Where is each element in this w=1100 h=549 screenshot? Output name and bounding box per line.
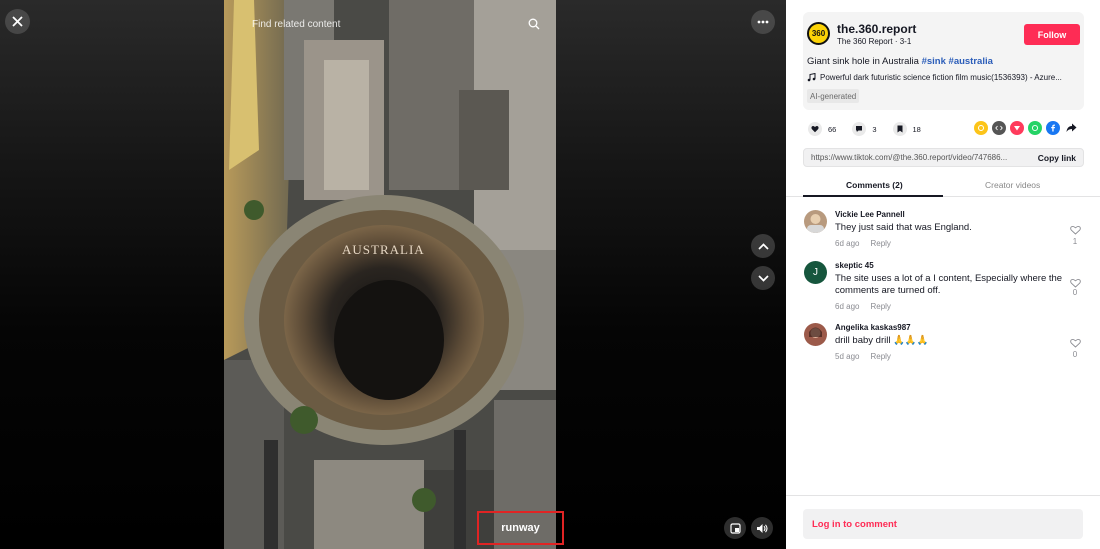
find-related-bar[interactable]: Find related content xyxy=(230,14,540,34)
heart-outline-icon xyxy=(1069,225,1081,235)
share-arrow-icon[interactable] xyxy=(1064,121,1078,135)
tiktok-coin-icon[interactable] xyxy=(974,121,988,135)
whatsapp-icon[interactable] xyxy=(1028,121,1042,135)
embed-icon[interactable] xyxy=(992,121,1006,135)
like-button[interactable] xyxy=(808,122,822,136)
next-video-button[interactable] xyxy=(751,266,775,290)
comment-author[interactable]: skeptic 45 xyxy=(835,261,874,270)
comment-like-count: 0 xyxy=(1072,350,1078,359)
ai-generated-badge: AI-generated xyxy=(807,89,860,103)
comment-text: drill baby drill 🙏🙏🙏 xyxy=(835,335,929,346)
more-icon xyxy=(757,20,769,24)
runway-watermark-highlight: runway xyxy=(477,511,564,545)
video-overlay-text: AUSTRALIA xyxy=(342,242,425,257)
avatar-letter: J xyxy=(813,267,818,278)
author-avatar[interactable]: 360 xyxy=(807,22,830,45)
close-icon xyxy=(12,16,23,27)
heart-icon xyxy=(811,126,819,133)
comment-meta: 5d ago Reply xyxy=(835,352,891,361)
avatar-text: 360 xyxy=(811,29,826,38)
previous-video-button[interactable] xyxy=(751,234,775,258)
comment-icon xyxy=(856,126,863,132)
author-subtitle: The 360 Report · 3-1 xyxy=(837,37,912,46)
link-copy-box: https://www.tiktok.com/@the.360.report/v… xyxy=(803,148,1084,167)
music-title: Powerful dark futuristic science fiction… xyxy=(820,73,1062,82)
music-note-icon xyxy=(807,73,816,82)
comment-like-count: 0 xyxy=(1072,288,1078,297)
comment-meta: 6d ago Reply xyxy=(835,239,891,248)
commenter-avatar[interactable] xyxy=(804,323,827,346)
details-panel: 360 the.360.report The 360 Report · 3-1 … xyxy=(786,0,1100,549)
facebook-icon[interactable] xyxy=(1046,121,1060,135)
hashtag-sink[interactable]: #sink xyxy=(922,56,946,67)
video-frame xyxy=(224,0,556,549)
video-player[interactable] xyxy=(224,0,556,549)
save-count: 18 xyxy=(912,124,921,134)
comment-meta: 6d ago Reply xyxy=(835,302,891,311)
panel-tabs: Comments (2) Creator videos xyxy=(786,176,1100,197)
comment-like-count: 1 xyxy=(1072,237,1078,246)
comment-button[interactable] xyxy=(852,122,867,136)
comment-text: The site uses a lot of a I content, Espe… xyxy=(835,273,1063,296)
runway-watermark: runway xyxy=(501,522,540,534)
comment-date: 6d ago xyxy=(835,239,860,248)
comment-text: They just said that was England. xyxy=(835,222,972,233)
comment-author[interactable]: Vickie Lee Pannell xyxy=(835,210,905,219)
chevron-up-icon xyxy=(757,242,769,250)
video-stage: Find related content AUSTRALIA runway xyxy=(0,0,786,549)
reply-button[interactable]: Reply xyxy=(870,302,890,311)
search-icon[interactable] xyxy=(528,18,540,30)
music-info[interactable]: Powerful dark futuristic science fiction… xyxy=(807,73,1077,82)
tab-comments[interactable]: Comments (2) xyxy=(846,180,903,190)
hashtag-australia[interactable]: #australia xyxy=(949,56,993,67)
post-caption: Giant sink hole in Australia #sink #aust… xyxy=(807,56,993,67)
volume-button[interactable] xyxy=(751,517,773,539)
tab-creator-videos[interactable]: Creator videos xyxy=(985,180,1040,190)
commenter-avatar[interactable]: J xyxy=(804,261,827,284)
video-url[interactable]: https://www.tiktok.com/@the.360.report/v… xyxy=(811,153,1026,162)
active-tab-indicator xyxy=(803,195,943,197)
heart-outline-icon xyxy=(1069,338,1081,348)
commenter-avatar[interactable] xyxy=(804,210,827,233)
follow-button[interactable]: Follow xyxy=(1024,24,1080,45)
comment-count: 3 xyxy=(872,124,877,134)
save-button[interactable] xyxy=(892,122,907,136)
reply-button[interactable]: Reply xyxy=(870,352,890,361)
bookmark-icon xyxy=(897,125,903,133)
reply-button[interactable]: Reply xyxy=(870,239,890,248)
caption-text: Giant sink hole in Australia xyxy=(807,56,922,67)
picture-in-picture-icon xyxy=(729,522,741,534)
login-to-comment-button[interactable]: Log in to comment xyxy=(803,509,1083,539)
volume-icon xyxy=(757,523,768,533)
more-options-button[interactable] xyxy=(751,10,775,34)
engagement-stats: 66 3 18 xyxy=(808,122,931,136)
footer-divider xyxy=(786,495,1100,496)
heart-outline-icon xyxy=(1069,278,1081,288)
pip-button[interactable] xyxy=(724,517,746,539)
find-related-label: Find related content xyxy=(252,18,341,30)
post-info-card: 360 the.360.report The 360 Report · 3-1 … xyxy=(803,12,1084,110)
share-buttons xyxy=(974,121,1078,135)
copy-link-button[interactable]: Copy link xyxy=(1038,153,1076,163)
comment-date: 6d ago xyxy=(835,302,860,311)
like-count: 66 xyxy=(828,124,837,134)
chevron-down-icon xyxy=(757,274,769,282)
comment-date: 5d ago xyxy=(835,352,860,361)
comment-author[interactable]: Angelika kaskas987 xyxy=(835,323,911,332)
pocket-icon[interactable] xyxy=(1010,121,1024,135)
author-username[interactable]: the.360.report xyxy=(837,22,916,36)
close-button[interactable] xyxy=(5,9,30,34)
